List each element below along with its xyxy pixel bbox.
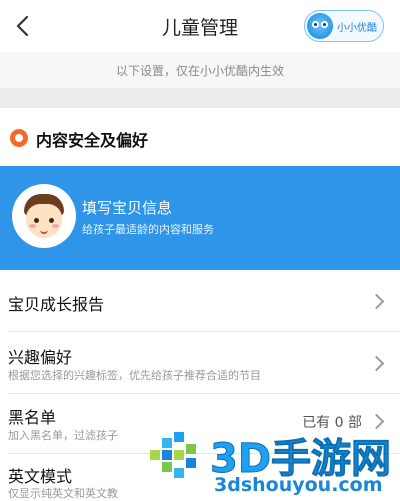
settings-item-label: 黑名单 — [8, 408, 57, 427]
section-icon — [10, 129, 28, 147]
settings-item-label: 宝贝成长报告 — [8, 295, 105, 314]
app-badge-label: 小小优酷 — [337, 23, 377, 34]
site-watermark: 3D手游网 3dshouyou.com — [146, 428, 400, 496]
settings-item-subtitle: 加入黑名单，过滤孩子 — [8, 429, 118, 442]
settings-item-label: 英文模式 — [8, 467, 73, 486]
top-bar: 儿童管理 小小优酷 — [0, 0, 400, 52]
section-divider — [0, 88, 400, 108]
watermark-url: 3dshouyou.com — [214, 474, 383, 496]
child-info-banner[interactable]: 填写宝贝信息 给孩子最适龄的内容和服务 — [0, 166, 400, 270]
child-avatar-icon — [12, 184, 76, 248]
chevron-right-icon — [368, 293, 385, 310]
mascot-icon — [307, 13, 333, 39]
settings-item-subtitle: 根据您选择的兴趣标签，优先给孩子推荐合适的节目 — [8, 369, 261, 382]
notice-bar: 以下设置，仅在小小优酷内生效 — [0, 52, 400, 88]
settings-item-interest[interactable]: 兴趣偏好 根据您选择的兴趣标签，优先给孩子推荐合适的节目 — [0, 332, 400, 394]
notice-text: 以下设置，仅在小小优酷内生效 — [115, 64, 284, 78]
app-badge-button[interactable]: 小小优酷 — [304, 10, 384, 42]
banner-title: 填写宝贝信息 — [82, 199, 173, 217]
chevron-right-icon — [368, 355, 385, 372]
watermark-logo-icon — [150, 432, 196, 478]
settings-item-subtitle: 仅显示纯英文和英文教 — [8, 487, 118, 500]
banner-subtitle: 给孩子最适龄的内容和服务 — [82, 223, 214, 236]
section-header: 内容安全及偏好 — [0, 108, 400, 166]
settings-item-label: 兴趣偏好 — [8, 348, 73, 367]
section-title: 内容安全及偏好 — [36, 131, 149, 150]
settings-item-growth-report[interactable]: 宝贝成长报告 — [0, 270, 400, 332]
